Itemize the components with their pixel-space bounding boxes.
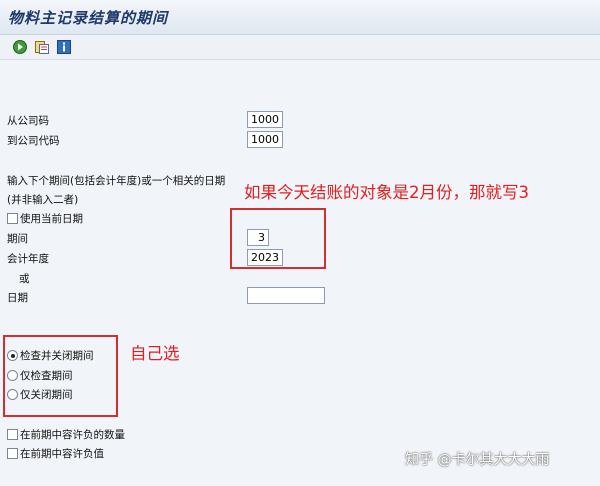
to-company-label: 到公司代码: [7, 135, 60, 147]
from-company-input[interactable]: 1000: [247, 111, 283, 128]
fiscal-year-label: 会计年度: [7, 253, 49, 265]
from-company-label: 从公司码: [7, 115, 49, 127]
annotation-period-note: 如果今天结账的对象是2月份，那就写3: [244, 183, 529, 202]
title-bar: 物料主记录结算的期间: [0, 0, 600, 35]
use-current-date-checkbox[interactable]: [7, 213, 18, 224]
highlight-box-options: [3, 335, 118, 417]
annotation-choose-note: 自己选: [130, 344, 180, 363]
execute-icon[interactable]: [12, 39, 28, 55]
period-label: 期间: [7, 233, 28, 245]
info-icon[interactable]: [56, 39, 72, 55]
highlight-box-period: [230, 208, 326, 269]
toolbar: [0, 35, 600, 60]
instruction-line2: (并非输入二者): [7, 194, 79, 206]
allow-negative-qty-label: 在前期中容许负的数量: [20, 429, 125, 441]
variant-icon[interactable]: [34, 39, 50, 55]
watermark: 知乎 @卡尔其大大大雨: [405, 452, 550, 468]
allow-negative-value-label: 在前期中容许负值: [20, 448, 104, 460]
date-input[interactable]: [247, 287, 325, 304]
instruction-line1: 输入下个期间(包括会计年度)或一个相关的日期: [7, 175, 226, 187]
to-company-input[interactable]: 1000: [247, 131, 283, 148]
date-label: 日期: [7, 292, 28, 304]
page-title: 物料主记录结算的期间: [8, 9, 169, 27]
or-label: 或: [19, 273, 30, 285]
use-current-date-label: 使用当前日期: [20, 213, 83, 225]
allow-negative-value-checkbox[interactable]: [7, 448, 18, 459]
allow-negative-qty-checkbox[interactable]: [7, 429, 18, 440]
